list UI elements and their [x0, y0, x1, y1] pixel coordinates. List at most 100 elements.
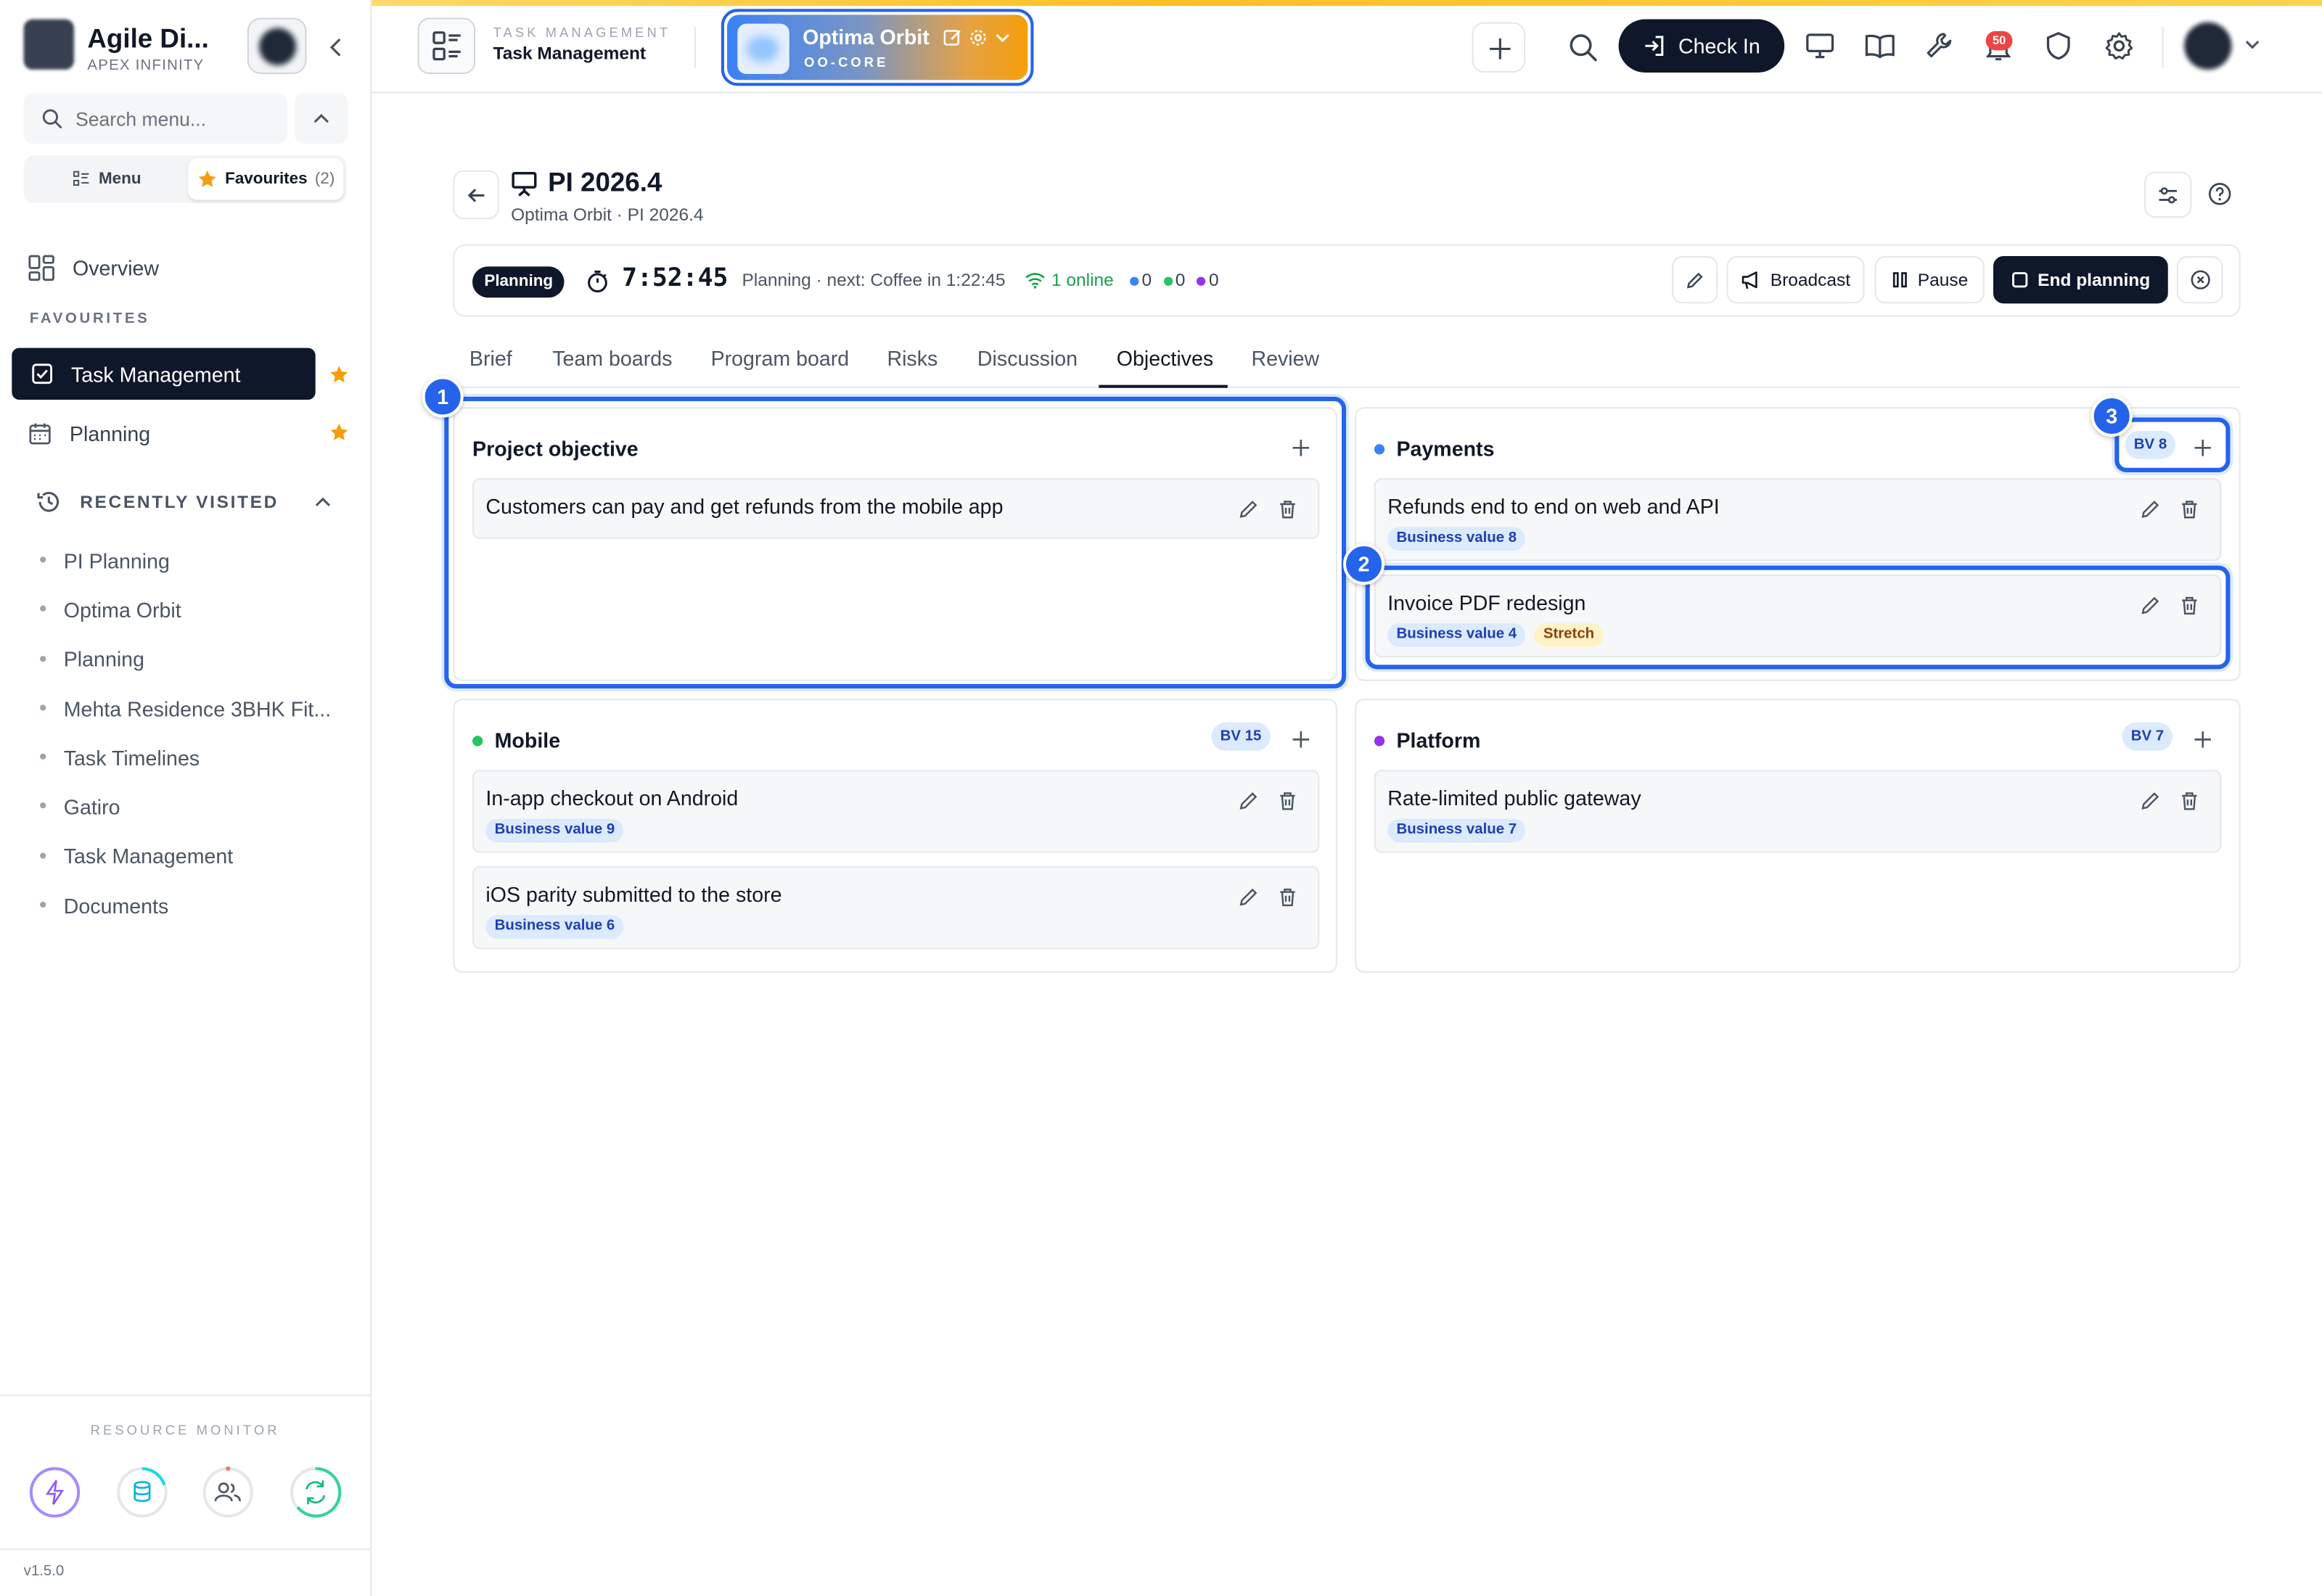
grid-icon [28, 255, 54, 281]
business-value-tag: Business value 8 [1387, 527, 1526, 551]
list-icon [73, 170, 89, 186]
objective-text: Rate-limited public gateway [1387, 786, 1641, 810]
chevron-down-icon[interactable] [2244, 36, 2261, 53]
search-collapse-button[interactable] [295, 93, 348, 144]
pi-tabs: Brief Team boards Program board Risks Di… [453, 334, 2241, 388]
user-avatar[interactable] [2184, 22, 2232, 70]
end-planning-button[interactable]: End planning [1993, 256, 2168, 304]
menu-search[interactable] [23, 93, 287, 144]
chevron-down-icon[interactable] [993, 28, 1011, 48]
recent-item[interactable]: Task Management [40, 831, 331, 881]
search-menu-input[interactable] [75, 103, 280, 133]
shield-icon[interactable] [2045, 31, 2072, 61]
tab-risks[interactable]: Risks [887, 347, 938, 388]
help-icon[interactable] [2208, 182, 2232, 206]
settings-sliders-button[interactable] [2144, 171, 2192, 218]
edit-icon[interactable] [943, 28, 963, 48]
nav-overview-label: Overview [72, 256, 160, 280]
trash-icon[interactable] [1278, 887, 1297, 908]
pencil-icon[interactable] [2140, 499, 2161, 520]
trash-icon[interactable] [2180, 791, 2199, 812]
next-break-text: Planning · next: Coffee in 1:22:45 [742, 269, 1006, 290]
sliders-icon [2159, 187, 2177, 204]
tab-review[interactable]: Review [1251, 347, 1319, 388]
objective-text: Refunds end to end on web and API [1387, 494, 1720, 519]
objective-item[interactable]: Refunds end to end on web and API Busine… [1374, 478, 2222, 562]
star-icon[interactable] [329, 364, 350, 385]
tab-team-boards[interactable]: Team boards [552, 347, 672, 388]
recent-item[interactable]: Optima Orbit [40, 585, 331, 635]
tab-brief[interactable]: Brief [469, 347, 512, 388]
tab-program-board[interactable]: Program board [711, 347, 850, 388]
tab-objectives[interactable]: Objectives [1099, 347, 1228, 388]
status-count: 0 [1124, 269, 1152, 290]
history-icon [37, 492, 60, 512]
edit-session-button[interactable] [1672, 256, 1718, 304]
favourites-tab[interactable]: Favourites (2) [188, 158, 344, 200]
broadcast-label: Broadcast [1770, 269, 1851, 290]
resource-monitor-label: RESOURCE MONITOR [90, 1423, 280, 1438]
recent-item[interactable]: PI Planning [40, 536, 331, 585]
page-subtitle: Optima Orbit · PI 2026.4 [511, 204, 704, 226]
step-marker-1[interactable]: 1 [422, 376, 464, 418]
recent-item[interactable]: Planning [40, 635, 331, 684]
recent-item[interactable]: Mehta Residence 3BHK Fit... [40, 684, 331, 733]
recent-item[interactable]: Documents [40, 881, 331, 930]
search-icon[interactable] [1568, 33, 1598, 62]
fav-item-planning[interactable]: Planning [28, 418, 324, 451]
favourites-tab-label: Favourites [225, 170, 308, 189]
cpu-gauge-icon[interactable] [28, 1465, 81, 1518]
users-gauge-icon[interactable] [202, 1465, 255, 1518]
project-selector[interactable]: Optima Orbit OO-CORE [721, 9, 1034, 86]
team-card-platform: Platform BV 7 Rate-limited public gatewa… [1355, 699, 2241, 973]
recently-visited-header[interactable]: RECENTLY VISITED [36, 485, 339, 518]
highlight-bv-add [2114, 417, 2231, 473]
objective-item[interactable]: Rate-limited public gateway Business val… [1374, 770, 2222, 853]
broadcast-button[interactable]: Broadcast [1726, 256, 1865, 304]
tab-discussion[interactable]: Discussion [977, 347, 1078, 388]
megaphone-icon [1742, 271, 1758, 289]
workspace-avatar[interactable] [247, 17, 307, 75]
business-value-tag: Business value 9 [485, 818, 624, 843]
fav-item-label: Task Management [70, 361, 241, 386]
step-marker-2[interactable]: 2 [1343, 543, 1385, 585]
monitor-icon[interactable] [1805, 31, 1835, 61]
back-button[interactable] [453, 170, 499, 220]
objective-item[interactable]: In-app checkout on Android Business valu… [472, 770, 1320, 853]
pencil-icon [1686, 271, 1703, 288]
trash-icon[interactable] [1278, 791, 1297, 812]
sync-gauge-icon[interactable] [289, 1465, 342, 1518]
wifi-icon [1025, 273, 1045, 289]
pencil-icon[interactable] [1238, 887, 1259, 908]
highlight-project-objective [444, 396, 1347, 688]
recent-item[interactable]: Gatiro [40, 783, 331, 832]
pause-icon [1892, 272, 1907, 288]
gear-icon[interactable] [2104, 31, 2134, 61]
recent-item[interactable]: Task Timelines [40, 733, 331, 783]
check-in-button[interactable]: Check In [1618, 19, 1785, 73]
gear-icon[interactable] [969, 28, 988, 48]
plus-icon[interactable] [2193, 730, 2212, 749]
book-icon[interactable] [1864, 31, 1895, 61]
objective-item[interactable]: iOS parity submitted to the store Busine… [472, 865, 1320, 950]
pencil-icon[interactable] [2140, 791, 2161, 812]
step-marker-3[interactable]: 3 [2091, 395, 2133, 437]
module-switcher-button[interactable] [417, 17, 476, 75]
chevron-up-icon [316, 497, 330, 506]
trash-icon[interactable] [2180, 499, 2199, 520]
collapse-sidebar-icon[interactable] [324, 36, 348, 59]
pencil-icon[interactable] [1238, 791, 1259, 812]
wrench-icon[interactable] [1925, 31, 1953, 59]
quick-add-button[interactable] [1472, 22, 1526, 73]
fav-item-label: Planning [69, 421, 151, 446]
pause-button[interactable]: Pause [1874, 256, 1985, 304]
plus-icon [1490, 38, 1511, 59]
database-gauge-icon[interactable] [115, 1465, 168, 1518]
nav-overview[interactable]: Overview [28, 252, 324, 284]
close-session-button[interactable] [2176, 256, 2223, 304]
fav-item-task-management[interactable]: Task Management [12, 347, 316, 400]
project-thumbnail [737, 23, 789, 75]
star-icon[interactable] [329, 422, 350, 443]
menu-tab[interactable]: Menu [27, 158, 186, 200]
plus-icon[interactable] [1292, 730, 1311, 749]
